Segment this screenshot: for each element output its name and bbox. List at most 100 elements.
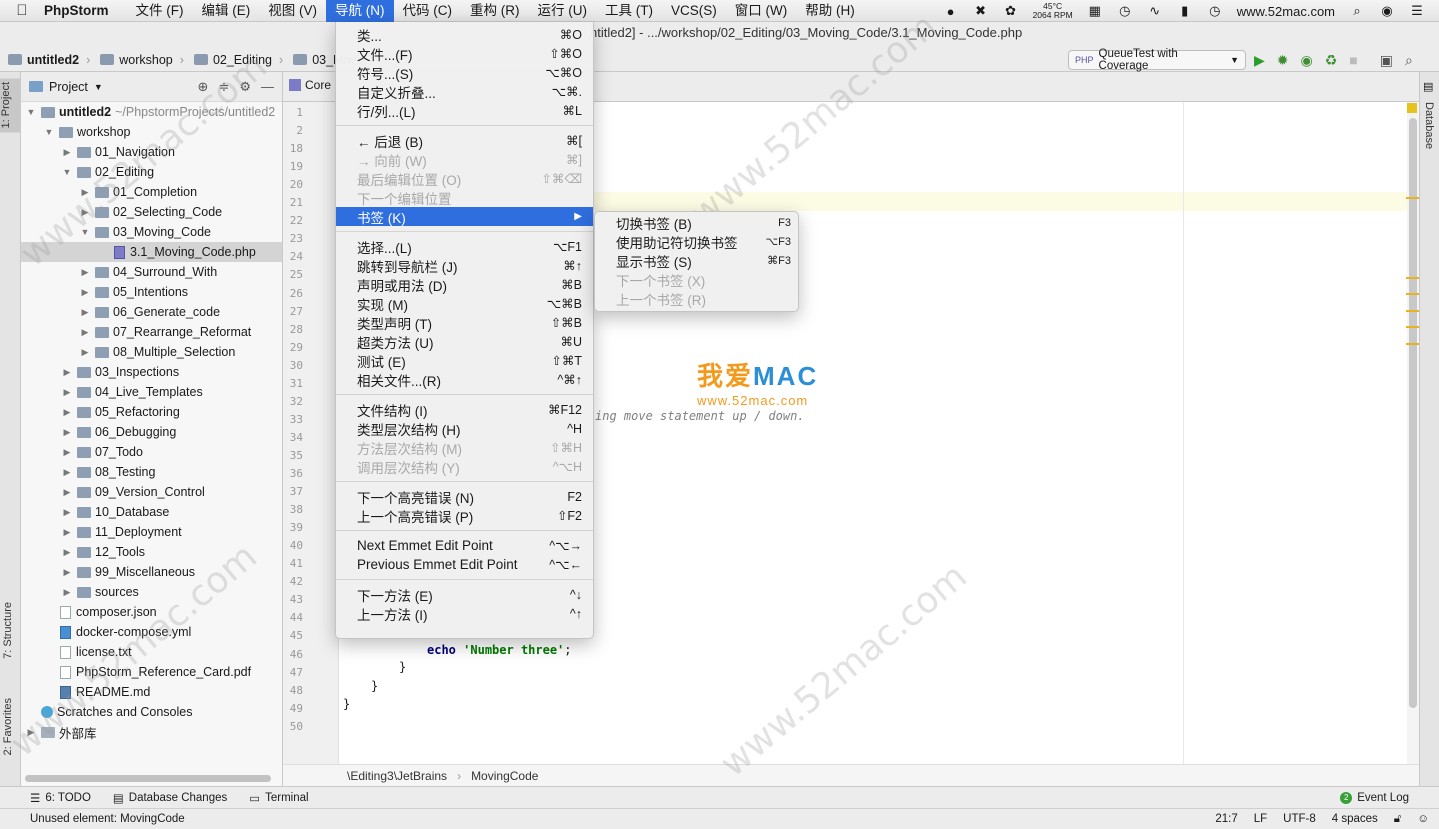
chevron-right-icon[interactable]: ▶ <box>61 547 73 558</box>
error-stripe-mark[interactable] <box>1406 277 1419 279</box>
battery-icon[interactable]: ▮ <box>1177 3 1193 19</box>
menu-item[interactable]: 选择...(L) ⌥F1 <box>336 237 593 256</box>
menu-item[interactable]: 实现 (M) ⌥⌘B <box>336 294 593 313</box>
tree-item[interactable]: ▶ 09_Version_Control <box>21 482 282 502</box>
editor-tab[interactable]: Core <box>289 78 331 92</box>
menubar-item[interactable]: 代码 (C) <box>394 0 462 22</box>
apple-icon[interactable]:  <box>0 2 44 19</box>
menu-item[interactable]: 上一方法 (I) ^↑ <box>336 604 593 623</box>
editor-vertical-scrollbar[interactable] <box>1407 102 1419 764</box>
menu-item[interactable]: 测试 (E) ⇧⌘T <box>336 351 593 370</box>
error-stripe-mark[interactable] <box>1406 293 1419 295</box>
file-encoding[interactable]: UTF-8 <box>1283 813 1316 825</box>
fan-icon[interactable]: ✿ <box>1003 3 1019 19</box>
menu-item[interactable]: 类型层次结构 (H) ^H <box>336 419 593 438</box>
coverage-icon[interactable]: ◉ <box>1301 52 1313 69</box>
tree-item[interactable]: ▶ 12_Tools <box>21 542 282 562</box>
tree-item[interactable]: docker-compose.yml <box>21 622 282 642</box>
tree-item[interactable]: ▶ 01_Navigation <box>21 142 282 162</box>
bell-icon[interactable]: ● <box>943 3 959 19</box>
inspection-status-icon[interactable] <box>1407 103 1417 113</box>
breadcrumb-item[interactable]: workshop › <box>100 53 194 67</box>
menu-item[interactable]: 下一个高亮错误 (N) F2 <box>336 487 593 506</box>
menu-item[interactable]: 文件...(F) ⇧⌘O <box>336 44 593 63</box>
chevron-down-icon[interactable]: ▼ <box>43 127 55 137</box>
chevron-right-icon[interactable]: ▶ <box>61 367 73 378</box>
tree-item[interactable]: ▶ 04_Live_Templates <box>21 382 282 402</box>
chevron-right-icon[interactable]: ▶ <box>61 507 73 518</box>
tree-item[interactable]: ▶ sources <box>21 582 282 602</box>
chevron-right-icon[interactable]: ▶ <box>61 467 73 478</box>
menu-item[interactable]: 类... ⌘O <box>336 25 593 44</box>
tree-item[interactable]: PhpStorm_Reference_Card.pdf <box>21 662 282 682</box>
indent-setting[interactable]: 4 spaces <box>1332 813 1378 825</box>
menu-item[interactable]: 超类方法 (U) ⌘U <box>336 332 593 351</box>
run-icon[interactable]: ▶ <box>1254 52 1265 69</box>
menubar-item[interactable]: 导航 (N) <box>326 0 394 22</box>
menu-item[interactable]: 行/列...(L) ⌘L <box>336 101 593 120</box>
tree-item[interactable]: ▶ 08_Multiple_Selection <box>21 342 282 362</box>
chevron-right-icon[interactable]: ▶ <box>79 307 91 318</box>
menubar-item[interactable]: 重构 (R) <box>461 0 529 22</box>
chevron-right-icon[interactable]: ▶ <box>79 327 91 338</box>
error-stripe-mark[interactable] <box>1406 197 1419 199</box>
menu-item[interactable]: 切换书签 (B) F3 <box>595 213 798 232</box>
tree-item[interactable]: ▶ 10_Database <box>21 502 282 522</box>
line-separator[interactable]: LF <box>1254 813 1267 825</box>
menubar-item[interactable]: VCS(S) <box>662 0 726 22</box>
menu-item[interactable]: Previous Emmet Edit Point ^⌥← <box>336 555 593 574</box>
menubar-item[interactable]: 编辑 (E) <box>193 0 260 22</box>
tree-item[interactable]: composer.json <box>21 602 282 622</box>
tab-database[interactable]: Database <box>1423 102 1435 149</box>
menu-item[interactable]: 文件结构 (I) ⌘F12 <box>336 400 593 419</box>
du-icon[interactable]: ▦ <box>1087 3 1103 19</box>
app-menu[interactable]: PhpStorm <box>44 3 109 18</box>
tree-item[interactable]: ▼ 03_Moving_Code <box>21 222 282 242</box>
menu-item[interactable]: ← 后退 (B) ⌘[ <box>336 131 593 150</box>
chevron-right-icon[interactable]: ▶ <box>79 207 91 218</box>
project-view-select[interactable]: Project <box>49 80 88 94</box>
chevron-right-icon[interactable]: ▶ <box>79 347 91 358</box>
tree-item[interactable]: Scratches and Consoles <box>21 702 282 722</box>
run-configuration-select[interactable]: PHP QueueTest with Coverage ▼ <box>1068 48 1246 72</box>
chevron-right-icon[interactable]: ▶ <box>61 587 73 598</box>
tree-item[interactable]: README.md <box>21 682 282 702</box>
breadcrumb-item[interactable]: 02_Editing › <box>193 53 293 67</box>
gear-icon[interactable]: ⚙ <box>239 79 251 95</box>
caret-position[interactable]: 21:7 <box>1215 813 1237 825</box>
chevron-down-icon[interactable]: ▼ <box>94 82 103 92</box>
tree-item[interactable]: ▶ 05_Intentions <box>21 282 282 302</box>
tree-item[interactable]: ▶ 06_Debugging <box>21 422 282 442</box>
tab-favorites[interactable]: 2: Favorites <box>2 698 14 755</box>
tree-item[interactable]: ▶ 04_Surround_With <box>21 262 282 282</box>
menu-item[interactable]: 显示书签 (S) ⌘F3 <box>595 251 798 270</box>
menu-item[interactable]: 类型声明 (T) ⇧⌘B <box>336 313 593 332</box>
error-stripe-mark[interactable] <box>1406 310 1419 312</box>
tree-item[interactable]: ▼ 02_Editing <box>21 162 282 182</box>
tree-item[interactable]: ▼ workshop <box>21 122 282 142</box>
tree-item[interactable]: license.txt <box>21 642 282 662</box>
chevron-right-icon[interactable]: ▶ <box>61 407 73 418</box>
tree-item[interactable]: ▶ 外部库 <box>21 722 282 742</box>
collapse-icon[interactable]: ≑ <box>218 79 229 95</box>
tab-todo[interactable]: ☰ 6: TODO <box>30 791 91 805</box>
menubar-item[interactable]: 视图 (V) <box>259 0 326 22</box>
menubar-item[interactable]: 帮助 (H) <box>796 0 864 22</box>
tab-terminal[interactable]: ▭ Terminal <box>249 791 308 805</box>
menu-item[interactable]: 书签 (K) ▶ <box>336 207 593 226</box>
wifi-icon[interactable]: ∿ <box>1147 3 1163 19</box>
menu-item[interactable]: 下一方法 (E) ^↓ <box>336 585 593 604</box>
chevron-right-icon[interactable]: ▶ <box>25 727 37 738</box>
hide-icon[interactable]: — <box>261 79 274 95</box>
menubar-item[interactable]: 运行 (U) <box>529 0 597 22</box>
tree-item[interactable]: ▶ 01_Completion <box>21 182 282 202</box>
menu-item[interactable]: 相关文件...(R) ^⌘↑ <box>336 370 593 389</box>
tree-item[interactable]: ▶ 11_Deployment <box>21 522 282 542</box>
menubar-item[interactable]: 工具 (T) <box>596 0 662 22</box>
search-icon[interactable]: ⌕ <box>1349 3 1365 19</box>
menu-item[interactable]: Next Emmet Edit Point ^⌥→ <box>336 536 593 555</box>
menu-item[interactable]: 使用助记符切换书签 ⌥F3 <box>595 232 798 251</box>
profile-icon[interactable]: ♻ <box>1325 52 1338 69</box>
editor-breadcrumb-item[interactable]: \Editing3\JetBrains <box>347 769 447 783</box>
menubar-item[interactable]: 窗口 (W) <box>726 0 796 22</box>
